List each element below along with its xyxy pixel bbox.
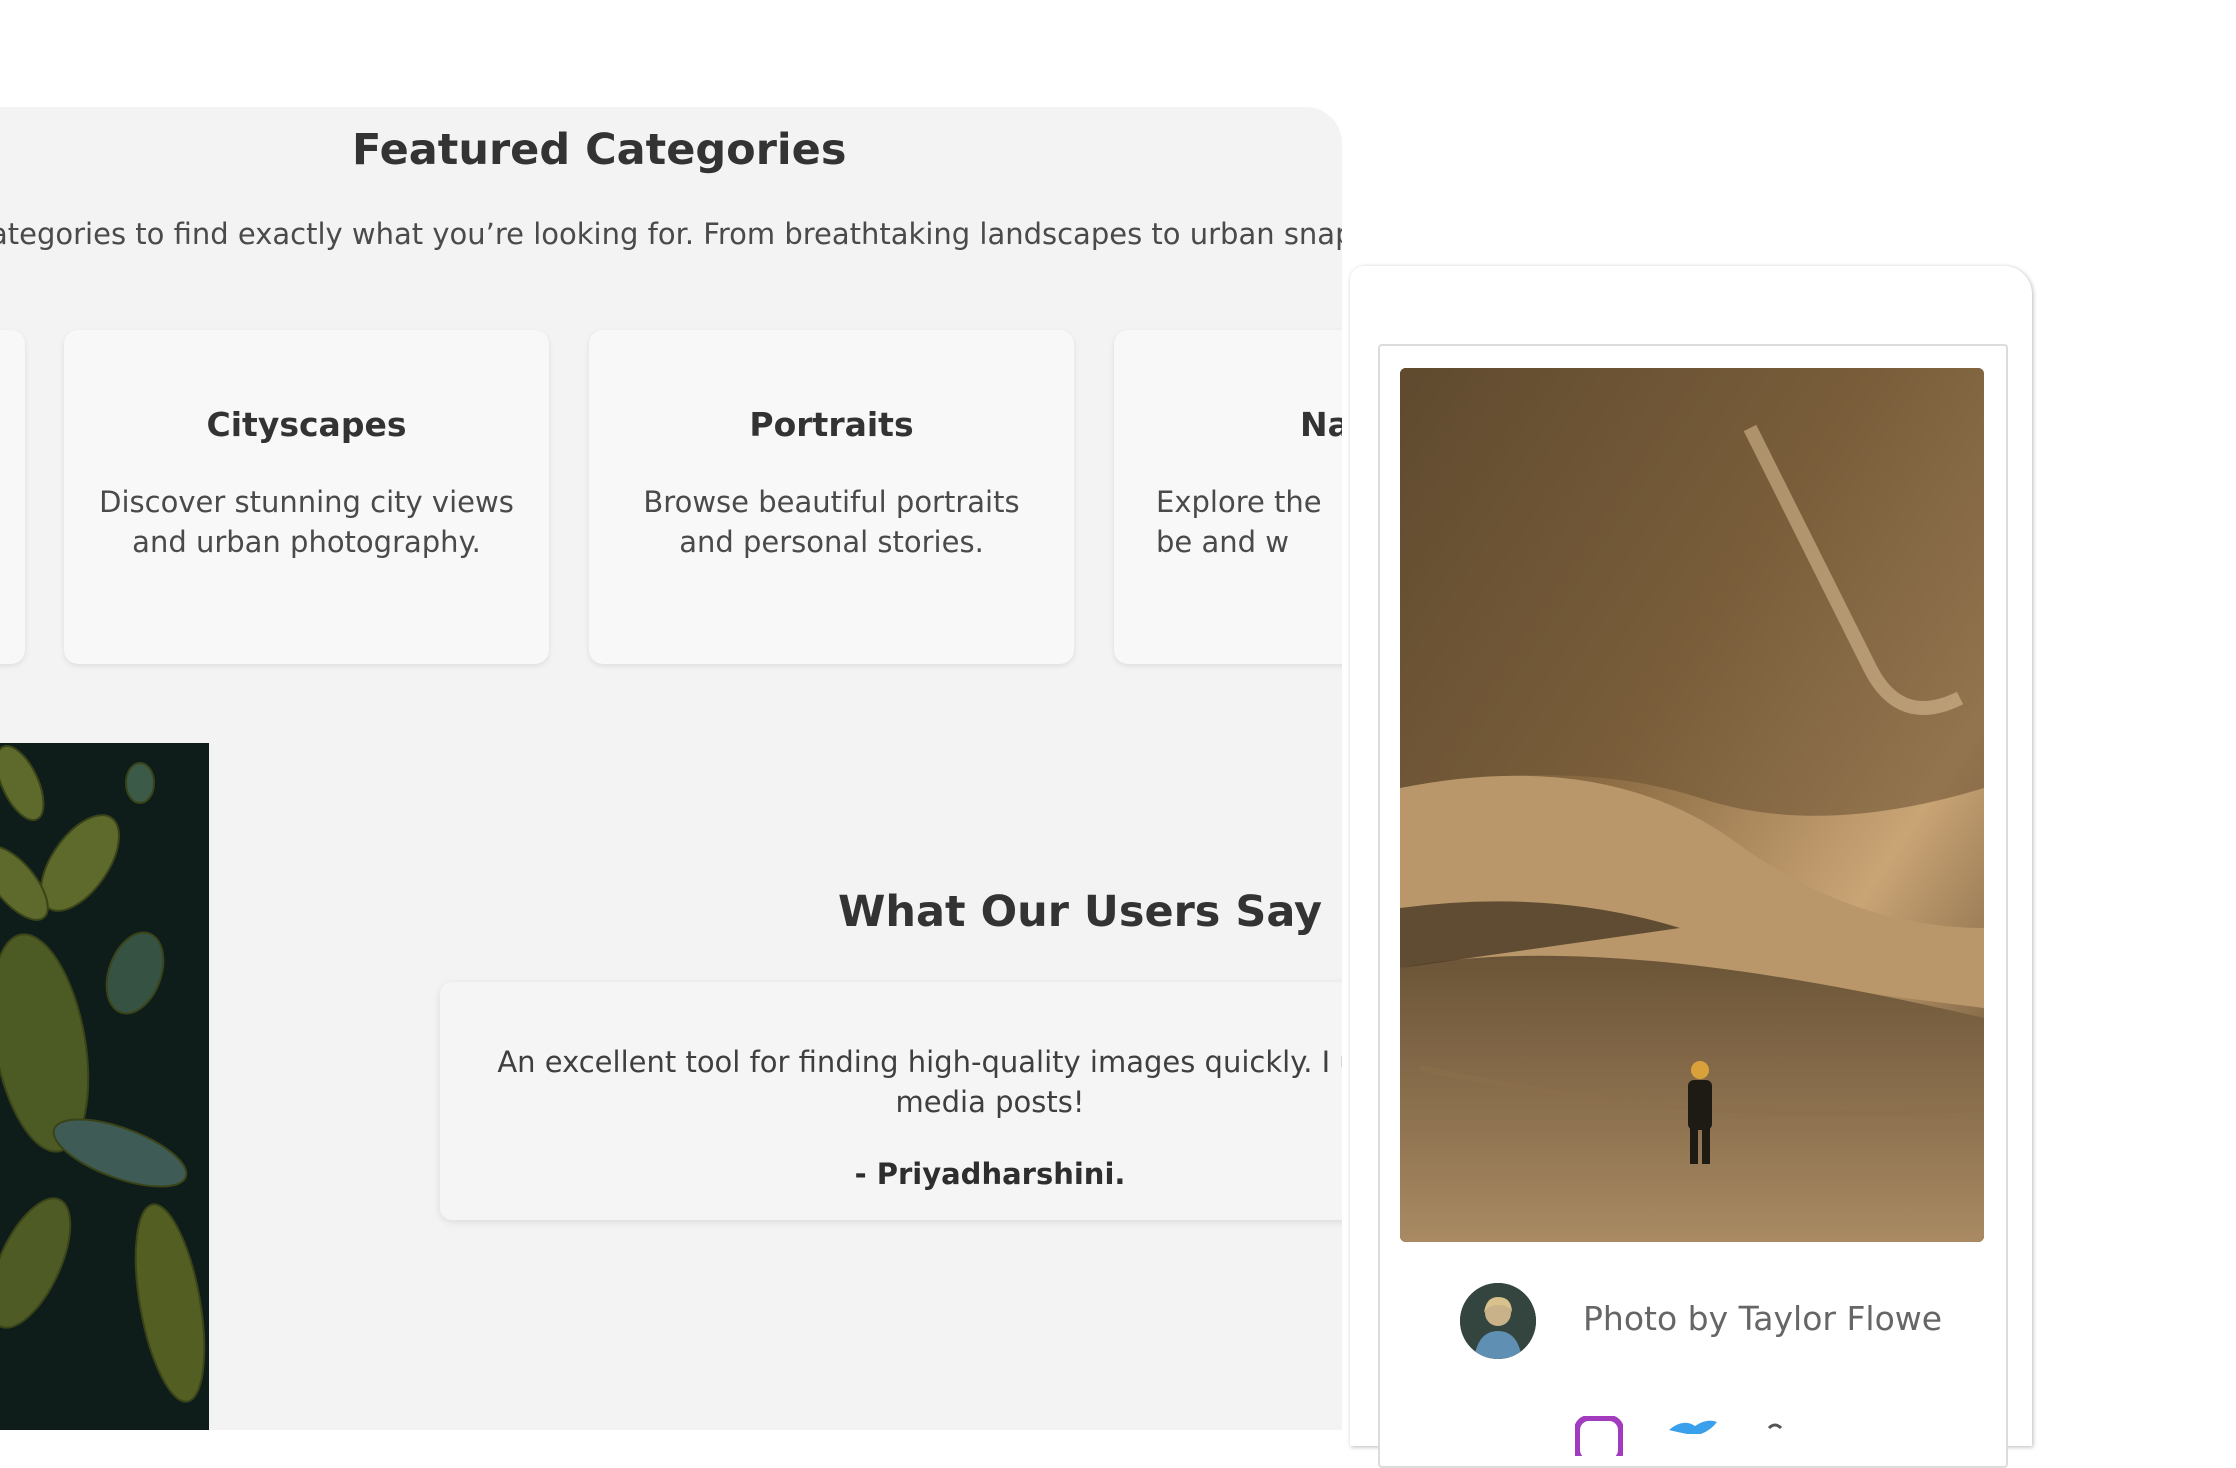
category-description: Discover stunning city views and urban p…	[99, 485, 514, 559]
testimonial-card: An excellent tool for finding high-quali…	[440, 982, 1342, 1220]
leaves-image	[0, 743, 209, 1430]
main-content-panel: Featured Categories ategories to find ex…	[0, 107, 1342, 1430]
category-card-partial[interactable]	[0, 330, 25, 664]
testimonial-author: - Priyadharshini.	[854, 1157, 1126, 1191]
category-description-text: Explore the be and w	[1156, 485, 1322, 559]
instagram-icon[interactable]	[1574, 1415, 1624, 1465]
social-links	[1574, 1415, 1835, 1465]
twitter-icon[interactable]	[1667, 1416, 1719, 1460]
featured-intro-text: ategories to find exactly what you’re lo…	[0, 217, 1342, 251]
photographer-avatar[interactable]	[1460, 1283, 1536, 1359]
photo-card: Photo by Taylor Flowe	[1378, 344, 2008, 1468]
category-title: Na	[1300, 405, 1342, 444]
category-card-cityscapes[interactable]: Cityscapes Discover stunning city views …	[64, 330, 549, 664]
photo-detail-panel: Photo by Taylor Flowe	[1350, 266, 2032, 1468]
testimonial-quote: An excellent tool for finding high-quali…	[497, 1045, 1342, 1119]
photo-credit[interactable]: Photo by Taylor Flowe	[1583, 1299, 1942, 1338]
category-card-nature[interactable]: Na Explore the be and w	[1114, 330, 1342, 664]
testimonials-title: What Our Users Say	[838, 887, 1323, 937]
category-card-portraits[interactable]: Portraits Browse beautiful portraits and…	[589, 330, 1074, 664]
category-description: Explore the be and w	[1156, 482, 1342, 562]
canyon-photo[interactable]	[1400, 368, 1984, 1242]
featured-categories-title: Featured Categories	[352, 125, 847, 175]
category-title: Portraits	[749, 405, 914, 444]
category-title: Cityscapes	[206, 405, 407, 444]
category-description: Browse beautiful portraits and personal …	[643, 485, 1020, 559]
link-icon[interactable]	[1761, 1416, 1791, 1460]
